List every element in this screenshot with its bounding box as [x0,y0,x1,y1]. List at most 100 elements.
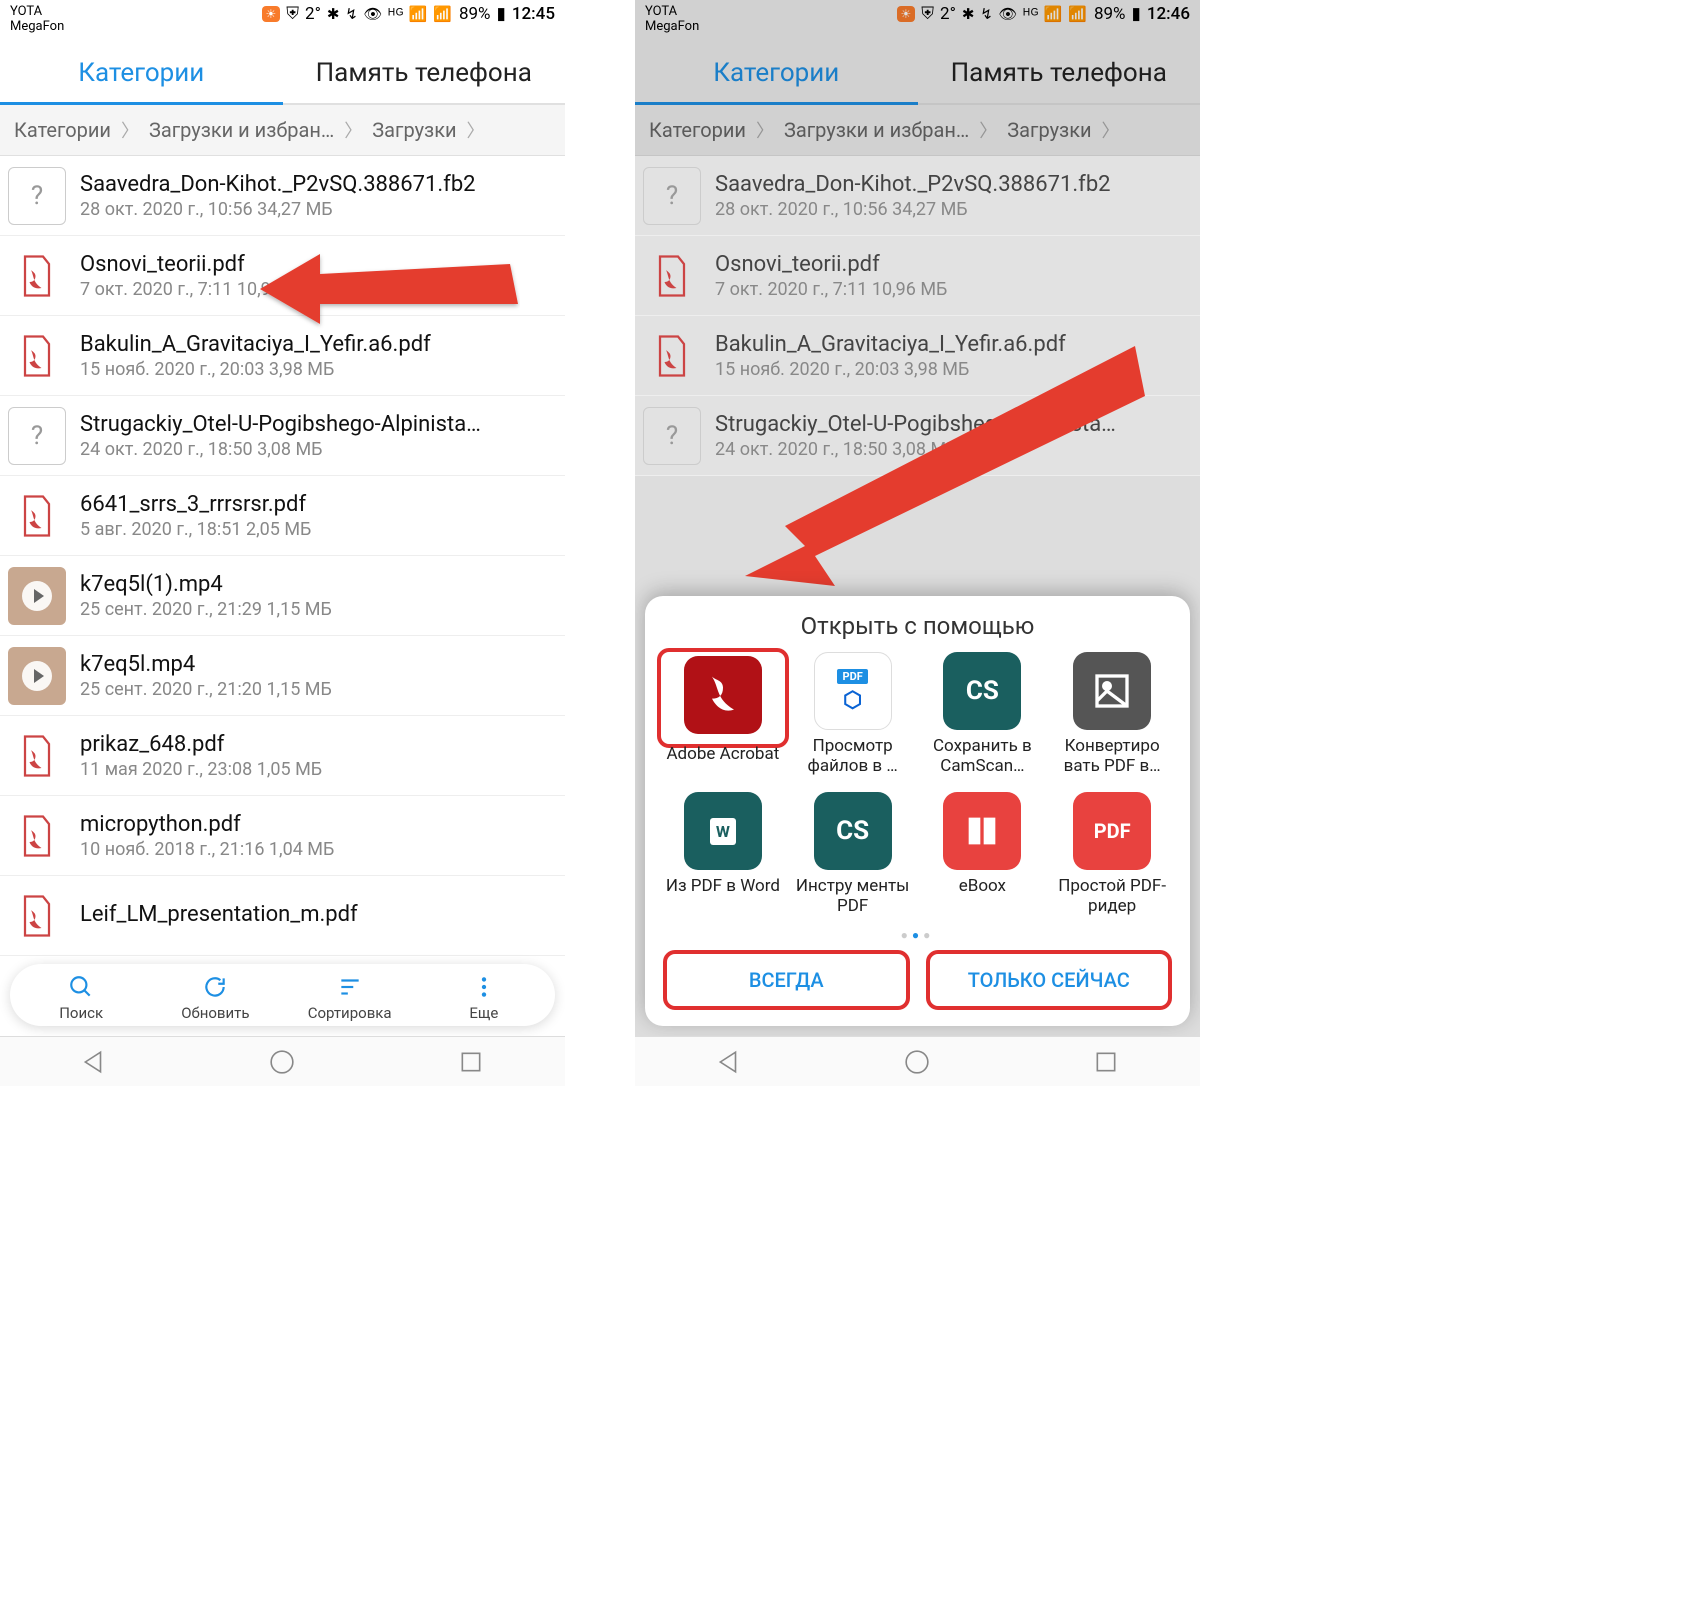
storage-tabs: Категории Память телефона [635,40,1200,105]
file-item[interactable]: ?Strugackiy_Otel-U-Pogibshego-Alpinista…… [0,396,565,476]
tab-phone-storage[interactable]: Память телефона [918,40,1201,103]
file-name: k7eq5l.mp4 [80,652,549,677]
carrier-1: YOTA [645,4,699,19]
unknown-file-icon: ? [643,167,701,225]
button-just-once[interactable]: ТОЛЬКО СЕЙЧАС [926,950,1173,1010]
file-name: prikaz_648.pdf [80,732,549,757]
weather-badge-icon: ☀ [897,6,916,22]
breadcrumb-3[interactable]: Загрузки [372,118,456,142]
breadcrumb-2[interactable]: Загрузки и избран… [149,118,334,142]
toolbar-sort[interactable]: Сортировка [283,972,417,1022]
file-name: Strugackiy_Otel-U-Pogibshego-Alpinista… [715,412,1184,437]
nav-home-icon[interactable] [904,1049,930,1075]
battery-percent: 89% [1094,4,1126,24]
system-nav-bar [635,1036,1200,1086]
video-file-icon [8,567,66,625]
app-eboox[interactable]: eBoox [921,792,1045,916]
nav-back-icon[interactable] [716,1049,742,1075]
file-item[interactable]: ?Saavedra_Don-Kihot._P2vSQ.388671.fb228 … [0,156,565,236]
temperature: 2° [305,4,321,24]
file-item[interactable]: Osnovi_teorii.pdf7 окт. 2020 г., 7:11 10… [635,236,1200,316]
app-dropbox-pdf-viewer[interactable]: PDF⬡ Просмотр файлов в … [791,652,915,776]
tab-categories[interactable]: Категории [635,40,918,105]
clock: 12:46 [1147,4,1190,24]
status-icons: ✱ ↯ 👁 ᴴᴳ 📶 📶 [962,5,1088,23]
pdf-file-icon [8,487,66,545]
nav-home-icon[interactable] [269,1049,295,1075]
toolbar-refresh[interactable]: Обновить [148,972,282,1022]
file-list[interactable]: ?Saavedra_Don-Kihot._P2vSQ.388671.fb228 … [635,156,1200,476]
app-simple-pdf-reader[interactable]: PDF Простой PDF-ридер [1050,792,1174,916]
nav-back-icon[interactable] [81,1049,107,1075]
sheet-pager: ●●● [655,928,1180,942]
breadcrumb: Категории 〉 Загрузки и избран… 〉 Загрузк… [0,105,565,156]
camscanner-icon: CS [943,652,1021,730]
toolbar-search[interactable]: Поиск [14,972,148,1022]
file-item[interactable]: ?Strugackiy_Otel-U-Pogibshego-Alpinista…… [635,396,1200,476]
storage-tabs: Категории Память телефона [0,40,565,105]
file-item[interactable]: Osnovi_teorii.pdf7 окт. 2020 г., 7:11 10… [0,236,565,316]
file-item[interactable]: prikaz_648.pdf11 мая 2020 г., 23:08 1,05… [0,716,565,796]
breadcrumb-1[interactable]: Категории [649,118,746,142]
file-meta: 11 мая 2020 г., 23:08 1,05 МБ [80,759,549,780]
nav-recent-icon[interactable] [458,1049,484,1075]
tab-categories[interactable]: Категории [0,40,283,105]
file-item[interactable]: k7eq5l(1).mp425 сент. 2020 г., 21:29 1,1… [0,556,565,636]
file-name: micropython.pdf [80,812,549,837]
file-item[interactable]: Leif_LM_presentation_m.pdf [0,876,565,956]
app-adobe-acrobat[interactable]: Adobe Acrobat [661,652,785,776]
breadcrumb-1[interactable]: Категории [14,118,111,142]
pdf-file-icon [8,887,66,945]
file-item[interactable]: Bakulin_A_Gravitaciya_I_Yefir.a6.pdf15 н… [635,316,1200,396]
status-icons: ✱ ↯ 👁 ᴴᴳ 📶 📶 [327,5,453,23]
dropbox-pdf-icon: PDF⬡ [814,652,892,730]
pdf-file-icon [8,727,66,785]
chevron-right-icon: 〉 [1102,117,1120,143]
file-item[interactable]: Bakulin_A_Gravitaciya_I_Yefir.a6.pdf15 н… [0,316,565,396]
pdf-reader-icon: PDF [1073,792,1151,870]
pdf-file-icon [8,327,66,385]
file-name: 6641_srrs_3_rrrsrsr.pdf [80,492,549,517]
video-file-icon [8,647,66,705]
app-pdf-tools[interactable]: CS Инстру менты PDF [791,792,915,916]
app-pdf-to-word[interactable]: W Из PDF в Word [661,792,785,916]
eboox-icon [943,792,1021,870]
file-name: Saavedra_Don-Kihot._P2vSQ.388671.fb2 [80,172,549,197]
breadcrumb-3[interactable]: Загрузки [1007,118,1091,142]
bottom-toolbar: Поиск Обновить Сортировка Еще [10,964,555,1026]
screenshot-left: YOTA MegaFon ☀ ⛨ 2° ✱ ↯ 👁 ᴴᴳ 📶 📶 89% ▮ 1… [0,0,565,1086]
file-item[interactable]: micropython.pdf10 нояб. 2018 г., 21:16 1… [0,796,565,876]
pdf-file-icon [643,327,701,385]
file-name: Saavedra_Don-Kihot._P2vSQ.388671.fb2 [715,172,1184,197]
button-always[interactable]: ВСЕГДА [663,950,910,1010]
pdf-file-icon [8,247,66,305]
file-name: Osnovi_teorii.pdf [80,252,549,277]
file-list[interactable]: ?Saavedra_Don-Kihot._P2vSQ.388671.fb228 … [0,156,565,956]
file-meta: 7 окт. 2020 г., 7:11 10,96 МБ [80,279,549,300]
open-with-sheet: Открыть с помощью Adobe Acrobat PDF⬡ Про… [645,596,1190,1026]
file-name: Strugackiy_Otel-U-Pogibshego-Alpinista… [80,412,549,437]
tab-phone-storage[interactable]: Память телефона [283,40,566,103]
file-name: Bakulin_A_Gravitaciya_I_Yefir.a6.pdf [80,332,549,357]
toolbar-more[interactable]: Еще [417,972,551,1022]
file-name: Bakulin_A_Gravitaciya_I_Yefir.a6.pdf [715,332,1184,357]
adobe-acrobat-icon [684,656,762,734]
highlight-box [657,648,789,748]
file-item[interactable]: k7eq5l.mp425 сент. 2020 г., 21:20 1,15 М… [0,636,565,716]
sheet-title: Открыть с помощью [655,612,1180,640]
status-bar: YOTA MegaFon ☀ ⛨ 2° ✱ ↯ 👁 ᴴᴳ 📶 📶 89% ▮ 1… [635,0,1200,40]
clock: 12:45 [512,4,555,24]
app-camscanner-save[interactable]: CS Сохранить в CamScan… [921,652,1045,776]
pdf-file-icon [643,247,701,305]
file-item[interactable]: ?Saavedra_Don-Kihot._P2vSQ.388671.fb228 … [635,156,1200,236]
app-pdf-convert[interactable]: Конвертиро вать PDF в… [1050,652,1174,776]
breadcrumb-2[interactable]: Загрузки и избран… [784,118,969,142]
cs-tools-icon: CS [814,792,892,870]
sort-icon [283,972,417,1002]
weather-badge-icon: ☀ [262,6,281,22]
file-item[interactable]: 6641_srrs_3_rrrsrsr.pdf5 авг. 2020 г., 1… [0,476,565,556]
temperature: 2° [940,4,956,24]
battery-icon: ▮ [497,4,506,24]
nav-recent-icon[interactable] [1093,1049,1119,1075]
file-meta: 24 окт. 2020 г., 18:50 3,08 МБ [715,439,1184,460]
